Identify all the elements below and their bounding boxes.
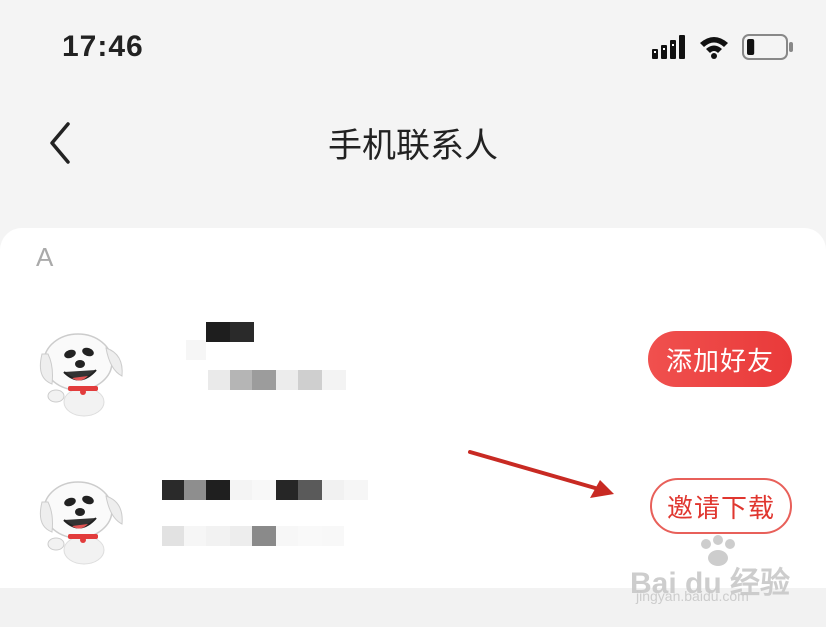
mascot-dog-avatar-icon xyxy=(39,333,123,417)
cellular-signal-icon xyxy=(652,35,685,59)
annotation-arrow-icon xyxy=(468,450,614,498)
wifi-icon xyxy=(700,37,728,59)
status-icons xyxy=(652,34,794,60)
avatar xyxy=(34,466,134,566)
nav-bar: 手机联系人 xyxy=(0,100,826,190)
status-bar: 17:46 xyxy=(0,0,826,100)
add-friend-button[interactable]: 添加好友 xyxy=(648,331,792,387)
mascot-dog-avatar-icon xyxy=(39,481,123,565)
watermark: Bai du 经验 jingyan.baidu.com xyxy=(630,535,800,610)
battery-icon xyxy=(742,34,793,60)
page-title: 手机联系人 xyxy=(328,126,498,166)
status-time: 17:46 xyxy=(62,30,144,63)
avatar xyxy=(34,318,134,418)
contact-row[interactable]: 添加好友 xyxy=(0,310,826,430)
section-index-letter: A xyxy=(36,242,54,272)
invite-download-button[interactable]: 邀请下载 xyxy=(650,478,792,534)
watermark-url: jingyan.baidu.com xyxy=(636,588,749,604)
